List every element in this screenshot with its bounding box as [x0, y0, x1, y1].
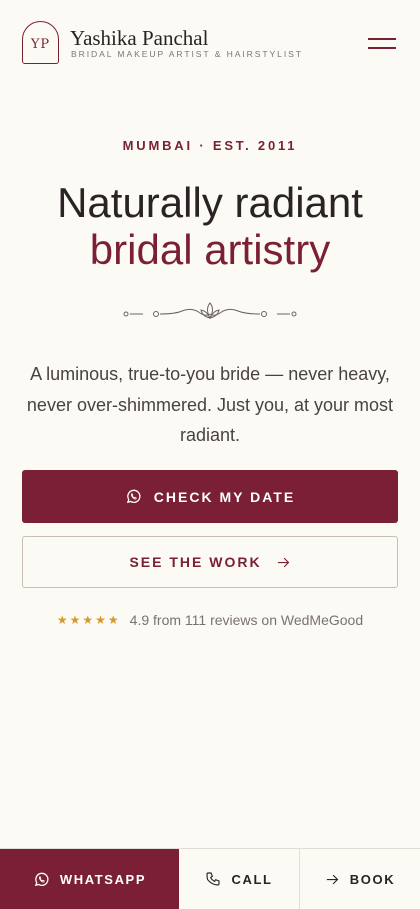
rating-summary: ★★★★★ 4.9 from 111 reviews on WedMeGood	[0, 612, 420, 628]
hero-title-line1: Naturally radiant	[57, 179, 363, 226]
book-button[interactable]: BOOK	[300, 849, 420, 909]
see-the-work-button[interactable]: SEE THE WORK	[22, 536, 398, 588]
arrow-right-icon	[277, 557, 289, 567]
floral-divider-icon	[123, 302, 297, 320]
hero-title-line2: bridal artistry	[89, 226, 331, 273]
phone-icon	[206, 872, 221, 886]
monogram-logo[interactable]: YP	[22, 21, 59, 64]
site-header: YP Yashika Panchal BRIDAL MAKEUP ARTIST …	[0, 0, 420, 90]
check-my-date-label: CHECK MY DATE	[153, 488, 296, 505]
whatsapp-icon	[34, 872, 49, 886]
brand-name[interactable]: Yashika Panchal	[70, 26, 208, 51]
arrow-right-icon	[326, 874, 339, 884]
whatsapp-icon	[126, 489, 141, 504]
whatsapp-button[interactable]: WHATSAPP	[0, 849, 179, 909]
call-label: CALL	[231, 871, 273, 887]
rating-text: 4.9 from 111 reviews on WedMeGood	[129, 612, 364, 628]
whatsapp-label: WHATSAPP	[59, 871, 147, 887]
hero-eyebrow: MUMBAI · EST. 2011	[122, 138, 298, 153]
hamburger-menu-icon[interactable]	[368, 33, 398, 53]
book-label: BOOK	[349, 871, 396, 887]
check-my-date-button[interactable]: CHECK MY DATE	[22, 470, 398, 523]
hero-lede: A luminous, true-to-you bride — never he…	[26, 364, 394, 445]
star-rating-icon: ★★★★★	[56, 613, 121, 627]
bottom-action-bar: WHATSAPP CALL BOOK	[0, 848, 420, 909]
brand-tagline: BRIDAL MAKEUP ARTIST & HAIRSTYLIST	[71, 49, 303, 59]
call-button[interactable]: CALL	[179, 849, 300, 909]
see-the-work-label: SEE THE WORK	[129, 554, 262, 570]
